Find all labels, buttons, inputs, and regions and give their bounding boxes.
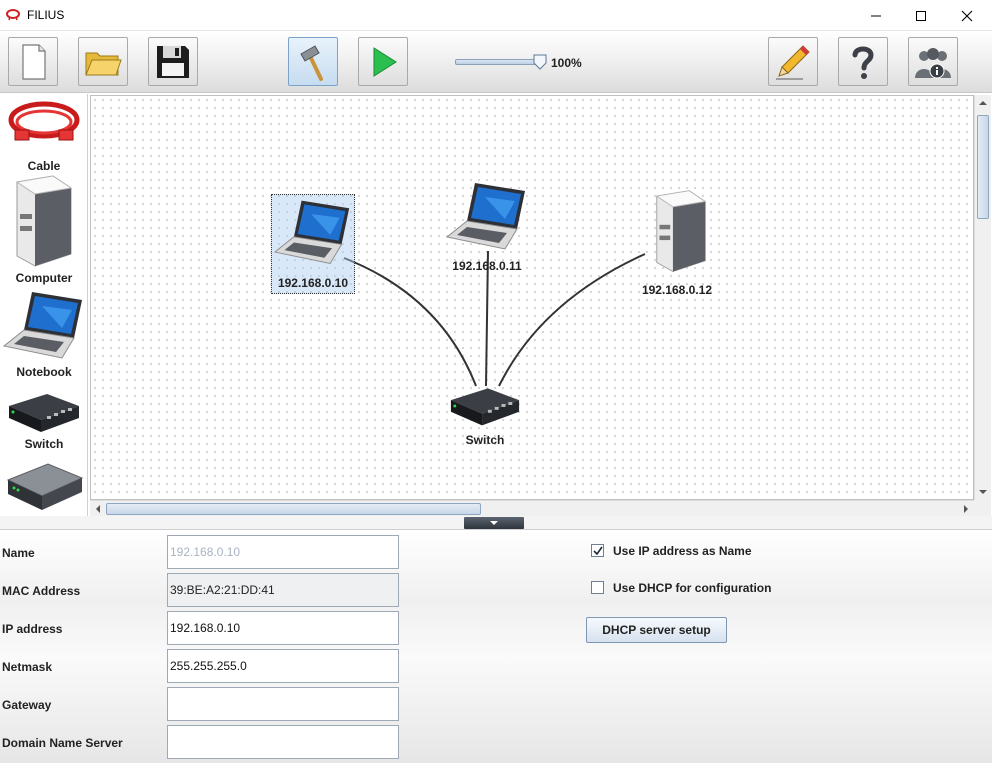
checkmark-icon xyxy=(592,546,603,555)
vertical-scroll-thumb[interactable] xyxy=(977,115,989,219)
computer-tower-icon xyxy=(655,190,707,272)
save-button[interactable] xyxy=(148,37,198,86)
mac-address-label: MAC Address xyxy=(2,584,81,598)
ip-address-label: IP address xyxy=(2,622,63,636)
documentation-button[interactable] xyxy=(768,37,818,86)
folder-icon xyxy=(85,52,122,75)
gateway-label: Gateway xyxy=(2,698,52,712)
new-button[interactable] xyxy=(8,37,58,86)
palette-label: Computer xyxy=(15,271,73,285)
zoom-slider-handle[interactable] xyxy=(532,54,548,70)
palette-item-computer[interactable]: Computer xyxy=(0,174,87,285)
new-file-icon xyxy=(22,43,46,80)
cable-link[interactable] xyxy=(498,253,646,387)
network-node-switch[interactable]: Switch xyxy=(447,378,523,447)
toolbar: 100% xyxy=(0,31,992,93)
zoom-level: 100% xyxy=(551,56,582,70)
use-ip-as-name-label: Use IP address as Name xyxy=(613,544,752,558)
hammer-icon xyxy=(300,44,323,81)
notebook-icon xyxy=(445,183,525,250)
scroll-right-icon[interactable] xyxy=(962,505,970,513)
maximize-icon xyxy=(916,10,926,21)
name-label: Name xyxy=(2,546,35,560)
chevron-down-icon xyxy=(490,521,498,525)
title-bar: FILIUS xyxy=(0,0,992,31)
play-icon xyxy=(373,46,397,77)
notebook-icon xyxy=(273,200,350,265)
switch-icon xyxy=(450,388,520,426)
use-ip-as-name-checkbox[interactable] xyxy=(591,544,604,557)
dns-label: Domain Name Server xyxy=(2,736,123,750)
cable-icon xyxy=(8,101,80,141)
panel-splitter[interactable] xyxy=(0,516,992,530)
scroll-left-icon[interactable] xyxy=(94,505,102,513)
zoom-slider[interactable] xyxy=(455,59,543,65)
ip-address-field[interactable] xyxy=(167,611,399,645)
computer-tower-icon xyxy=(15,175,73,267)
collapse-panel-button[interactable] xyxy=(464,517,524,529)
window-title: FILIUS xyxy=(27,8,65,22)
people-info-icon xyxy=(915,47,951,78)
horizontal-scroll-thumb[interactable] xyxy=(106,503,481,515)
scroll-up-icon[interactable] xyxy=(979,99,987,107)
horizontal-scrollbar[interactable] xyxy=(90,500,974,516)
close-button[interactable] xyxy=(944,0,990,31)
network-canvas[interactable]: 192.168.0.10 192.168.0.11 192.168.0.12 S… xyxy=(90,95,974,500)
question-mark-icon xyxy=(852,46,874,79)
vertical-scrollbar[interactable] xyxy=(974,95,991,500)
name-field[interactable] xyxy=(167,535,399,569)
palette-item-switch[interactable]: Switch xyxy=(0,384,87,451)
dns-field[interactable] xyxy=(167,725,399,759)
help-button[interactable] xyxy=(838,37,888,86)
network-node-notebook[interactable]: 192.168.0.10 xyxy=(271,194,355,294)
palette-item-cable[interactable]: Cable xyxy=(0,96,87,173)
pencil-icon xyxy=(776,44,810,80)
network-node-notebook[interactable]: 192.168.0.11 xyxy=(445,178,529,273)
switch-icon xyxy=(9,394,79,432)
router-icon xyxy=(6,463,84,510)
filius-logo-icon xyxy=(6,9,20,21)
cable-link[interactable] xyxy=(343,257,477,387)
maximize-button[interactable] xyxy=(898,0,944,31)
simulation-mode-button[interactable] xyxy=(358,37,408,86)
palette-item-router[interactable] xyxy=(0,458,87,516)
network-links xyxy=(343,250,646,387)
close-icon xyxy=(961,10,973,21)
node-label: Switch xyxy=(465,433,505,447)
open-button[interactable] xyxy=(78,37,128,86)
network-node-computer[interactable]: 192.168.0.12 xyxy=(637,184,717,297)
properties-panel: Name MAC Address IP address Netmask Gate… xyxy=(0,531,992,763)
netmask-label: Netmask xyxy=(2,660,53,674)
minimize-icon xyxy=(871,15,881,16)
scroll-corner xyxy=(974,500,991,516)
palette-label: Switch xyxy=(24,437,64,451)
node-label: 192.168.0.11 xyxy=(452,259,522,273)
about-button[interactable] xyxy=(908,37,958,86)
mac-address-field[interactable] xyxy=(167,573,399,607)
component-palette: Cable Computer Notebook Switch xyxy=(0,94,88,516)
use-dhcp-checkbox[interactable] xyxy=(591,581,604,594)
design-mode-button[interactable] xyxy=(288,37,338,86)
netmask-field[interactable] xyxy=(167,649,399,683)
palette-label: Cable xyxy=(27,159,61,173)
floppy-disk-icon xyxy=(157,45,189,78)
palette-label: Notebook xyxy=(16,365,72,379)
node-label: 192.168.0.10 xyxy=(277,276,349,290)
dhcp-server-setup-button[interactable]: DHCP server setup xyxy=(586,617,727,643)
use-dhcp-label: Use DHCP for configuration xyxy=(613,581,772,595)
palette-item-notebook[interactable]: Notebook xyxy=(0,288,87,379)
gateway-field[interactable] xyxy=(167,687,399,721)
node-label: 192.168.0.12 xyxy=(641,283,713,297)
scroll-down-icon[interactable] xyxy=(979,488,987,496)
minimize-button[interactable] xyxy=(853,0,899,31)
notebook-icon xyxy=(2,292,82,359)
